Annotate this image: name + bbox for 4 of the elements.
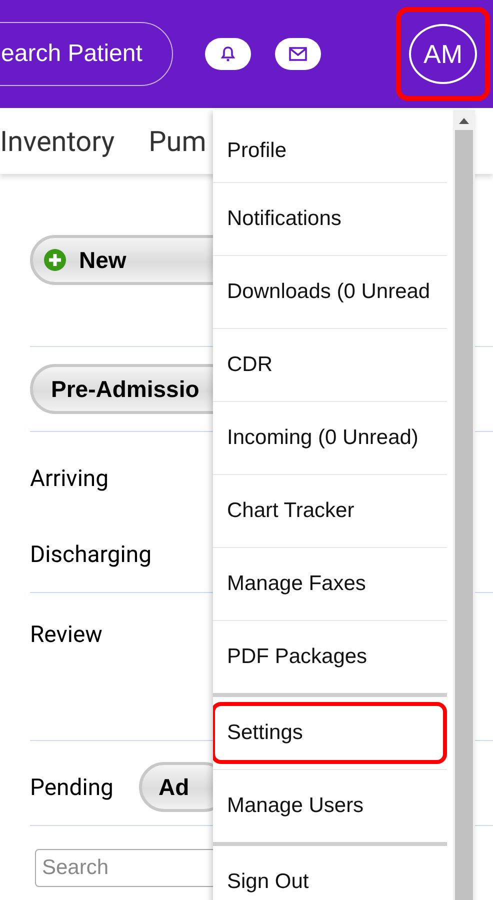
status-label: Pending: [30, 774, 114, 800]
status-label: Arriving: [30, 464, 109, 492]
status-label: Review: [30, 621, 102, 648]
status-label: Discharging: [30, 540, 152, 568]
